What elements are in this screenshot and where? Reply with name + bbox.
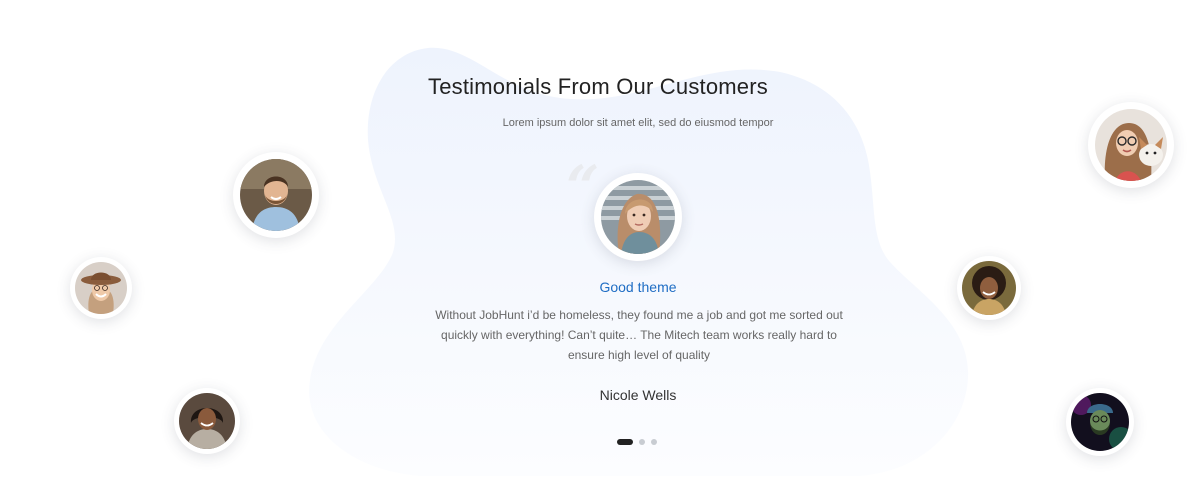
customer-avatar-left-bottom xyxy=(174,388,240,454)
featured-customer-photo xyxy=(601,180,675,254)
section-title: Testimonials From Our Customers xyxy=(428,74,768,99)
testimonials-section: Testimonials From Our Customers Lorem ip… xyxy=(0,0,1196,486)
customer-avatar-right-bottom xyxy=(1066,388,1134,456)
customer-photo-man-beanie xyxy=(1071,393,1129,451)
carousel-dot-2[interactable] xyxy=(639,439,645,445)
customer-avatar-left-top xyxy=(233,152,319,238)
customer-avatar-right-middle xyxy=(957,256,1021,320)
carousel-pagination xyxy=(617,439,657,445)
carousel-dot-3[interactable] xyxy=(651,439,657,445)
customer-photo-man-dreadlocks xyxy=(179,393,235,449)
customer-photo-woman-hat xyxy=(75,262,127,314)
review-text: Without JobHunt i’d be homeless, they fo… xyxy=(435,308,843,362)
featured-customer-avatar xyxy=(594,173,682,261)
customer-photo-woman-curly xyxy=(962,261,1016,315)
customer-photo-man-beard xyxy=(240,159,312,231)
section-subtitle: Lorem ipsum dolor sit amet elit, sed do … xyxy=(502,117,774,129)
customer-avatar-right-top xyxy=(1088,102,1174,188)
customer-avatar-left-middle xyxy=(70,257,132,319)
carousel-dot-1[interactable] xyxy=(617,439,633,445)
customer-photo-woman-dog xyxy=(1095,109,1167,181)
